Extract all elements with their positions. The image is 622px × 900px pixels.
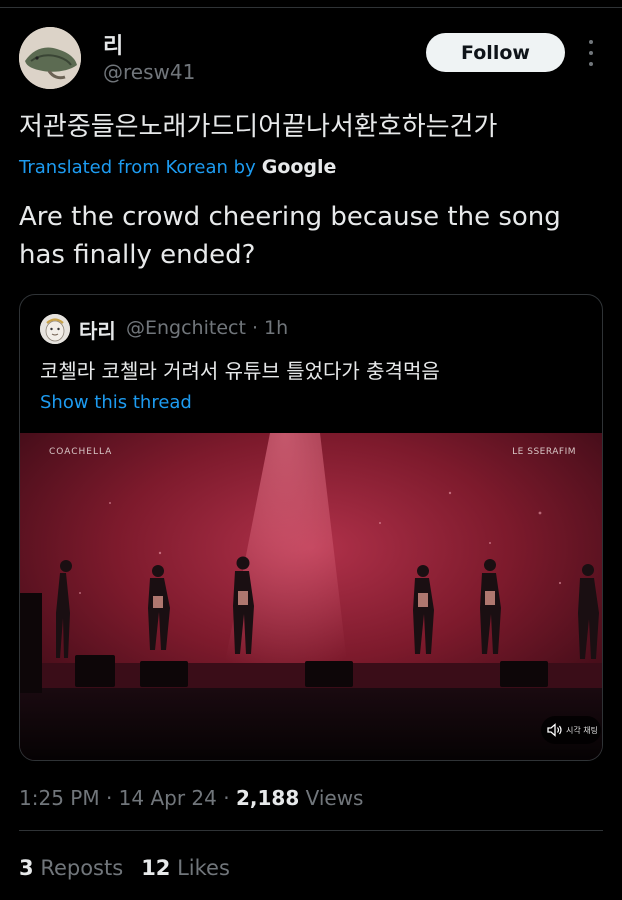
quote-video[interactable]: COACHELLA LE SSERAFIM 시각 채팅 (20, 433, 602, 760)
reposts-label: Reposts (40, 856, 124, 880)
google-logo: Google (261, 156, 337, 178)
quote-text: 코첼라 코첼라 거려서 유튜브 틀었다가 충격먹음 (40, 359, 440, 383)
tweet-translated-text: Are the crowd cheering because the song … (19, 202, 561, 270)
views-label: Views (305, 786, 364, 810)
quote-avatar[interactable] (40, 314, 70, 344)
likes-stat[interactable]: 12 Likes (141, 856, 230, 880)
tweet-timestamp: 1:25 PM · 14 Apr 24 · 2,188 Views (19, 786, 363, 810)
translated-from-label: Translated from Korean by (19, 157, 256, 178)
follow-button[interactable]: Follow (426, 33, 565, 72)
video-overlay-artist: LE SSERAFIM (512, 447, 576, 457)
tweet-date[interactable]: 14 Apr 24 (119, 786, 217, 810)
tweet-time[interactable]: 1:25 PM (19, 786, 100, 810)
reposts-count: 3 (19, 856, 34, 880)
reposts-stat[interactable]: 3 Reposts (19, 856, 123, 880)
quote-handle-time: @Engchitect · 1h (126, 317, 289, 339)
quoted-tweet[interactable]: 타리 @Engchitect · 1h 코첼라 코첼라 거려서 유튜브 틀었다가… (19, 294, 603, 761)
tweet-original-text: 저관중들은노래가드디어끝나서환호하는건가 (19, 112, 498, 142)
volume-toggle[interactable]: 시각 채팅 (541, 716, 601, 744)
likes-label: Likes (177, 856, 230, 880)
video-caption-text: 시각 채팅 (566, 725, 598, 735)
top-divider (0, 7, 622, 8)
show-thread-link[interactable]: Show this thread (40, 392, 192, 413)
separator-dot: · (223, 786, 230, 810)
views-count: 2,188 (235, 786, 300, 810)
likes-count: 12 (141, 856, 171, 880)
author-handle[interactable]: @resw41 (103, 60, 195, 84)
more-options-icon[interactable] (584, 40, 598, 66)
concert-stage-image (20, 433, 602, 760)
speaker-icon (547, 723, 562, 737)
quote-author-name[interactable]: 타리 (79, 315, 116, 344)
engagement-stats: 3 Reposts 12 Likes (19, 856, 230, 880)
translation-attribution: Translated from Korean by Google (19, 156, 336, 178)
author-name[interactable]: 리 (103, 28, 123, 60)
stats-divider (19, 830, 603, 831)
author-avatar[interactable] (19, 27, 81, 89)
video-overlay-coachella: COACHELLA (49, 447, 113, 457)
separator-dot: · (105, 786, 113, 810)
